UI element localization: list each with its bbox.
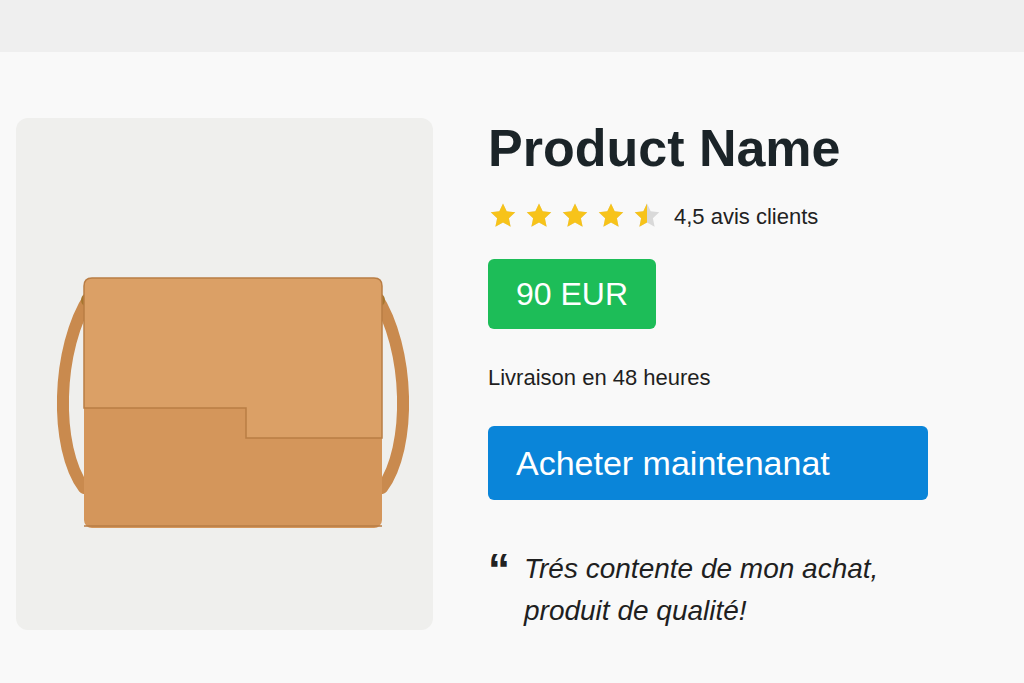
review-line: Trés contente de mon achat,: [524, 548, 878, 590]
top-bar: [0, 0, 1024, 52]
quote-icon: “: [488, 548, 510, 592]
price-badge: 90 EUR: [488, 259, 656, 329]
delivery-info: Livraison en 48 heures: [488, 365, 711, 391]
star-icon: [560, 201, 590, 231]
product-details: Product Name 4,5 avis clients 90 EUR Livrai…: [488, 118, 928, 632]
review-line: produit de qualité!: [524, 590, 878, 632]
product-section: Product Name 4,5 avis clients 90 EUR Livrai…: [0, 52, 1024, 632]
rating: 4,5 avis clients: [488, 200, 818, 232]
star-icon: [596, 201, 626, 231]
rating-label: 4,5 avis clients: [674, 200, 818, 233]
product-page: Product Name 4,5 avis clients 90 EUR Livrai…: [0, 0, 1024, 683]
buy-button[interactable]: Acheter maintenanat: [488, 426, 928, 500]
star-icon: [632, 201, 662, 231]
product-title: Product Name: [488, 118, 841, 178]
bag-illustration: [16, 118, 433, 630]
product-image: [16, 118, 433, 630]
review-text: Trés contente de mon achat,produit de qu…: [524, 548, 878, 632]
star-icon: [524, 201, 554, 231]
review: “ Trés contente de mon achat,produit de q…: [488, 548, 878, 632]
star-rating: [488, 201, 662, 231]
star-icon: [488, 201, 518, 231]
